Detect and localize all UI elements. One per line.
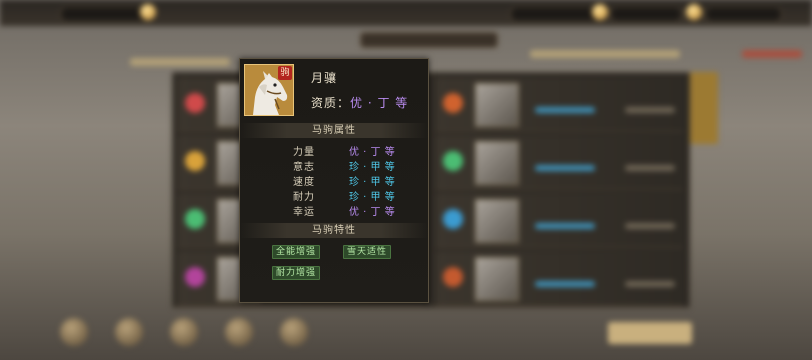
aptitude-value: 优 · 丁 等 [350,96,409,110]
attribute-value: 优 · 丁 等 [349,207,396,218]
gem-icon [443,151,463,171]
stat-bar [625,165,675,171]
bottom-nav-icon [170,318,198,346]
coin-icon [592,4,608,20]
hint-text [130,58,230,66]
attribute-row: 力量 优 · 丁 等 [240,143,428,158]
resource-slot [705,6,782,22]
attribute-row: 意志 珍 · 甲 等 [240,158,428,173]
attribute-row: 耐力 珍 · 甲 等 [240,188,428,203]
bottom-nav-icon [280,318,308,346]
stat-bar [535,281,595,287]
attribute-value: 珍 · 甲 等 [349,192,396,203]
aptitude-label: 资质： [311,96,351,110]
hint-text [530,50,680,58]
gem-icon [185,151,205,171]
attributes-title: 马驹属性 [240,123,428,138]
attribute-name: 幸运 [293,207,315,218]
gem-icon [185,93,205,113]
stat-bar [535,165,595,171]
bottom-action-button [608,322,692,344]
gem-icon [443,209,463,229]
top-resource-bar [0,0,812,26]
attribute-value: 珍 · 甲 等 [349,177,396,188]
popup-header: 驹 月骧 资质：优 · 丁 等 [240,59,428,119]
attribute-name: 速度 [293,177,315,188]
coin-icon [686,4,702,20]
stat-bar [625,107,675,113]
horse-name: 月骧 [311,71,338,85]
stat-bar [535,223,595,229]
gem-icon [185,209,205,229]
attribute-name: 意志 [293,162,315,173]
resource-slot [610,6,682,22]
attribute-row: 速度 珍 · 甲 等 [240,173,428,188]
horse-badge-icon: 驹 [278,66,292,80]
attribute-name: 耐力 [293,192,315,203]
gem-icon [443,267,463,287]
trait-tag: 全能增强 [272,245,321,259]
resource-slot [60,6,152,22]
list-row [435,135,683,190]
trait-tag: 耐力增强 [272,266,321,280]
stat-bar [535,107,595,113]
traits-title: 马驹特性 [240,223,428,238]
hint-text-red [742,50,802,58]
horse-list-right [430,72,690,308]
title-banner [360,32,498,48]
stat-bar [625,281,675,287]
attribute-value: 优 · 丁 等 [349,147,396,158]
attribute-name: 力量 [293,147,315,158]
horse-portrait: 驹 [244,64,294,116]
bottom-nav-icon [225,318,253,346]
attribute-value: 珍 · 甲 等 [349,162,396,173]
attribute-row: 幸运 优 · 丁 等 [240,203,428,218]
list-row [435,193,683,248]
gem-icon [185,267,205,287]
horse-info-popup: 驹 月骧 资质：优 · 丁 等 马驹属性 力量 优 · 丁 等 意志 珍 · 甲… [239,58,429,303]
bottom-nav-icon [115,318,143,346]
horse-thumb [475,141,519,185]
list-row [435,77,683,132]
aptitude-line: 资质：优 · 丁 等 [311,94,408,111]
coin-icon [140,4,156,20]
horse-thumb [475,83,519,127]
horse-thumb [475,257,519,301]
stat-bar [625,223,675,229]
trait-tag: 雪天适性 [343,245,392,259]
resource-slot [510,6,602,22]
list-row [435,251,683,306]
gem-icon [443,93,463,113]
side-tab [690,72,718,144]
horse-thumb [475,199,519,243]
bottom-nav-icon [60,318,88,346]
